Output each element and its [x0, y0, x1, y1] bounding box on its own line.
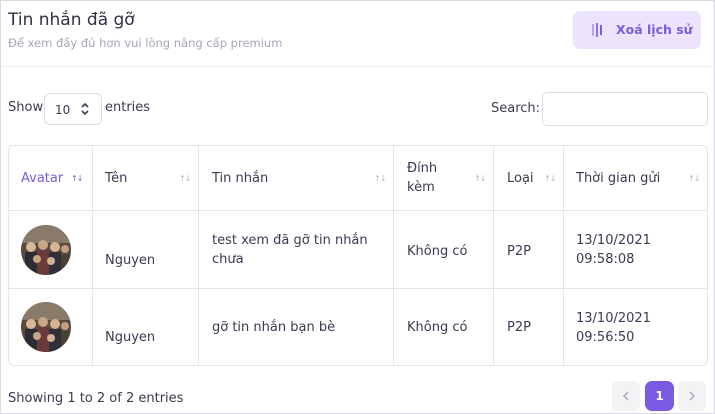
- table-row: Nguyen test xem đã gỡ tin nhắn chưa Khôn…: [9, 211, 707, 289]
- eraser-icon: [592, 23, 602, 37]
- pagination-previous-button[interactable]: [612, 381, 640, 411]
- avatar-image-icon: [21, 302, 71, 352]
- cell-attachment: Không có: [407, 320, 468, 335]
- messages-table: Avatar ↑↓ Tên ↑↓ Tin nhắn ↑↓ Đính kèm ↑↓…: [8, 145, 708, 366]
- cell-type: P2P: [507, 320, 531, 335]
- chevron-left-icon: [622, 391, 629, 401]
- updown-arrow-icon: [81, 102, 89, 116]
- chevron-right-icon: [689, 391, 696, 401]
- clear-history-button[interactable]: Xoá lịch sử: [573, 11, 701, 49]
- sort-icon: ↑↓: [71, 174, 83, 183]
- search-label: Search:: [491, 101, 541, 116]
- cell-name: Nguyen: [105, 330, 156, 345]
- show-label: Show: [8, 100, 44, 115]
- page-title: Tin nhắn đã gỡ: [8, 10, 135, 30]
- cell-message: gỡ tin nhắn bạn bè: [212, 320, 336, 335]
- column-header-avatar[interactable]: Avatar: [21, 169, 63, 188]
- column-header-name[interactable]: Tên: [105, 169, 127, 188]
- sort-icon: ↑↓: [544, 174, 556, 183]
- column-header-attachment[interactable]: Đính kèm: [407, 159, 447, 197]
- page-header: Tin nhắn đã gỡ Để xem đầy đủ hơn vui lòn…: [1, 1, 714, 67]
- sort-icon: ↑↓: [179, 174, 191, 183]
- column-header-message[interactable]: Tin nhắn: [212, 169, 268, 188]
- entries-label: entries: [105, 100, 151, 115]
- avatar-image-icon: [21, 225, 71, 275]
- cell-message: test xem đã gỡ tin nhắn chưa: [212, 233, 368, 267]
- cell-sent-time: 13/10/2021 09:56:50: [576, 311, 651, 345]
- column-header-sent-time[interactable]: Thời gian gửi: [576, 169, 660, 188]
- entries-summary: Showing 1 to 2 of 2 entries: [8, 391, 184, 406]
- table-header: Avatar ↑↓ Tên ↑↓ Tin nhắn ↑↓ Đính kèm ↑↓…: [9, 146, 707, 211]
- page-subtitle: Để xem đầy đủ hơn vui lòng nâng cấp prem…: [8, 36, 283, 50]
- sort-icon: ↑↓: [474, 174, 486, 183]
- avatar: [21, 225, 71, 275]
- page-size-value: 10: [55, 103, 71, 117]
- column-header-type[interactable]: Loại: [507, 169, 534, 188]
- app-window: Tin nhắn đã gỡ Để xem đầy đủ hơn vui lòn…: [0, 0, 715, 414]
- clear-history-label: Xoá lịch sử: [616, 22, 693, 37]
- sort-icon: ↑↓: [688, 174, 700, 183]
- sort-icon: ↑↓: [374, 174, 386, 183]
- page-size-select[interactable]: 10: [44, 93, 102, 125]
- pagination-next-button[interactable]: [678, 381, 706, 411]
- avatar: [21, 302, 71, 352]
- cell-type: P2P: [507, 244, 531, 259]
- pagination-page-button[interactable]: 1: [645, 381, 674, 411]
- table-row: Nguyen gỡ tin nhắn bạn bè Không có P2P 1…: [9, 289, 707, 365]
- cell-sent-time: 13/10/2021 09:58:08: [576, 233, 651, 267]
- search-input[interactable]: [542, 92, 708, 126]
- cell-name: Nguyen: [105, 253, 156, 268]
- cell-attachment: Không có: [407, 244, 468, 259]
